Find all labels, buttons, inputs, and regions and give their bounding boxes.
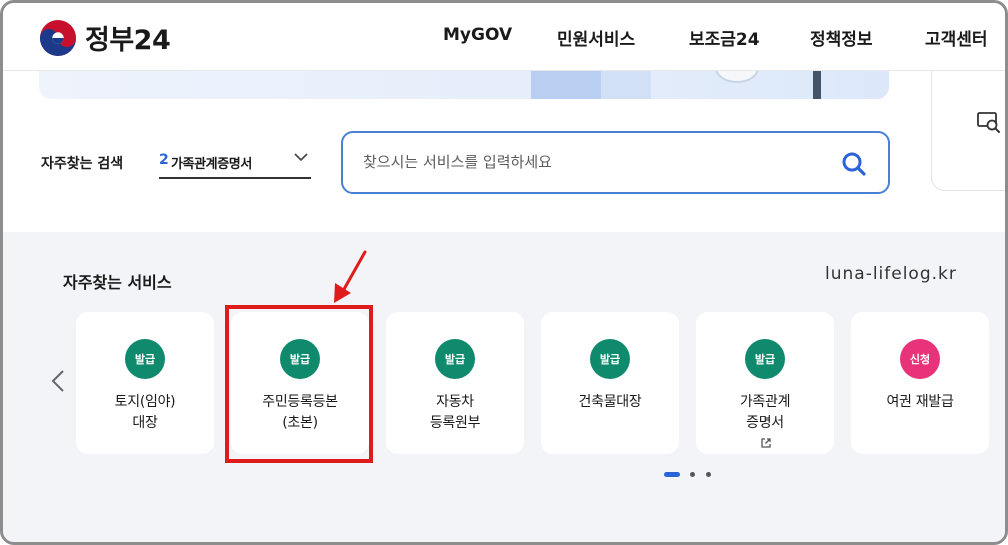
nav-customer-center[interactable]: 고객센터 [925,25,988,50]
watermark-text: luna-lifelog.kr [825,264,957,284]
service-card-label: 건축물대장 [578,394,642,410]
chevron-down-icon [294,153,308,162]
nav-mygov[interactable]: MyGOV [443,25,512,45]
services-title: 자주찾는 서비스 [63,273,172,292]
service-card-building-register[interactable]: 발급 건축물대장 [541,312,679,454]
frequent-search-rank: 2 [159,152,169,168]
service-card-passport-reissue[interactable]: 신청 여권 재발급 [851,312,989,454]
service-card-label: 자동차 등록원부 [429,394,481,431]
site-header: 정부24 MyGOV 민원서비스 보조금24 정책정보 고객센터 [3,3,1005,71]
frequent-search-label: 자주찾는 검색 [41,156,124,172]
service-card-land-register[interactable]: 발급 토지(임야) 대장 [76,312,214,454]
highlight-box [225,305,373,463]
nav-policy-info[interactable]: 정책정보 [810,25,873,50]
service-card-label: 여권 재발급 [886,394,954,410]
search-icon[interactable] [840,150,868,178]
nav-civil-service[interactable]: 민원서비스 [557,25,635,50]
apply-badge: 신청 [900,339,940,379]
frequent-services-section: 자주찾는 서비스 luna-lifelog.kr 발급 토지(임야) 대장 발급… [3,232,1005,542]
frequent-search-dropdown[interactable]: 2 가족관계증명서 [159,147,311,179]
frequent-search-term: 가족관계증명서 [171,157,252,172]
main-nav: MyGOV 민원서비스 보조금24 정책정보 고객센터 [3,25,1005,51]
nav-subsidy[interactable]: 보조금24 [689,25,760,50]
external-link-icon [760,438,771,448]
issue-badge: 발급 [745,339,785,379]
service-card-family-relation[interactable]: 발급 가족관계 증명서 [696,312,834,454]
service-card-label: 가족관계 증명서 [696,392,834,455]
service-card-label: 토지(임야) 대장 [114,394,176,431]
carousel-dot-active[interactable] [664,472,680,477]
carousel-dot[interactable] [690,472,695,477]
chevron-left-icon[interactable] [49,368,67,394]
carousel-dot[interactable] [706,472,711,477]
browser-frame: 정부24 MyGOV 민원서비스 보조금24 정책정보 고객센터 자주찾는 검색… [0,0,1008,545]
service-card-vehicle-registration[interactable]: 발급 자동차 등록원부 [386,312,524,454]
quick-menu-panel [931,63,1005,191]
search-bar [341,131,890,194]
issue-badge: 발급 [590,339,630,379]
issue-badge: 발급 [125,339,165,379]
issue-badge: 발급 [435,339,475,379]
search-input[interactable] [363,149,823,175]
screen-search-icon[interactable] [976,109,1002,135]
red-pointer-arrow-icon [334,250,367,303]
